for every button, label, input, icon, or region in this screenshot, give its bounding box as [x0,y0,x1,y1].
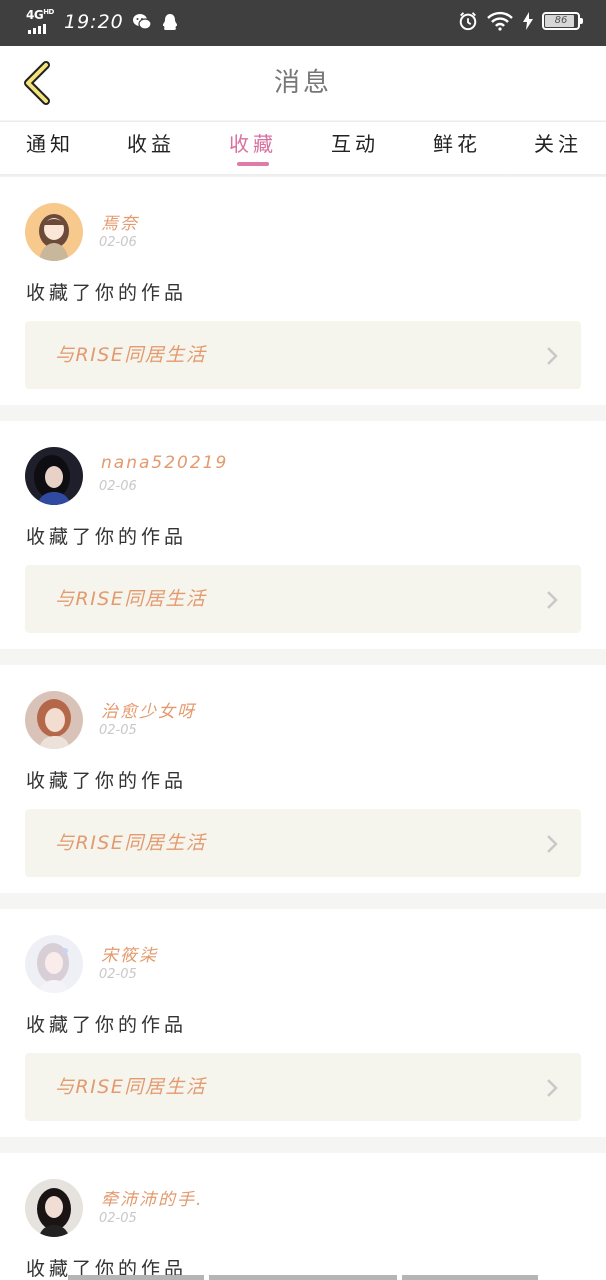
app-header: 消息 [0,46,606,120]
charging-icon [522,11,534,31]
work-link[interactable]: 与RISE同居生活 [25,565,581,633]
username[interactable]: 治愈少女呀 [101,697,196,722]
active-tab-indicator [237,162,269,166]
battery-icon: 86 [542,12,583,30]
timestamp: 02-05 [99,723,137,738]
work-title: 与RISE同居生活 [55,1076,207,1098]
timestamp: 02-06 [99,235,137,250]
alarm-icon [458,11,478,31]
status-bar: 4GHD 19:20 86 [0,0,606,46]
nav-hint-bar [209,1275,397,1280]
chevron-right-icon [547,835,558,853]
action-text: 收藏了你的作品 [26,282,188,304]
notification-card: 宋筱柒 02-05 收藏了你的作品 与RISE同居生活 [0,909,606,1137]
notification-card: 治愈少女呀 02-05 收藏了你的作品 与RISE同居生活 [0,665,606,893]
work-title: 与RISE同居生活 [55,344,207,366]
username[interactable]: nana520219 [101,453,228,473]
avatar[interactable] [25,1179,83,1237]
action-text: 收藏了你的作品 [26,1014,188,1036]
timestamp: 02-06 [99,479,137,494]
avatar[interactable] [25,691,83,749]
wifi-icon [486,11,514,31]
tab-follows[interactable]: 关注 [518,122,598,175]
chevron-right-icon [547,1079,558,1097]
tab-earnings[interactable]: 收益 [111,122,191,175]
chevron-right-icon [547,591,558,609]
tab-notifications[interactable]: 通知 [10,122,90,175]
action-text: 收藏了你的作品 [26,770,188,792]
timestamp: 02-05 [99,967,137,982]
clock: 19:20 [64,11,124,33]
chevron-right-icon [547,347,558,365]
work-link[interactable]: 与RISE同居生活 [25,321,581,389]
avatar[interactable] [25,935,83,993]
tab-favorites[interactable]: 收藏 [213,122,293,175]
page-title: 消息 [273,68,332,98]
work-title: 与RISE同居生活 [55,588,207,610]
cellular-signal-icon: 4GHD [26,8,56,34]
avatar[interactable] [25,203,83,261]
tab-flowers[interactable]: 鲜花 [417,122,497,175]
nav-hint-bar [68,1275,204,1280]
timestamp: 02-05 [99,1211,137,1226]
username[interactable]: 宋筱柒 [101,941,158,966]
notification-card: nana520219 02-06 收藏了你的作品 与RISE同居生活 [0,421,606,649]
action-text: 收藏了你的作品 [26,526,188,548]
qq-icon [160,12,180,32]
nav-hint-bar [402,1275,538,1280]
work-title: 与RISE同居生活 [55,832,207,854]
work-link[interactable]: 与RISE同居生活 [25,809,581,877]
tab-interactions[interactable]: 互动 [315,122,395,175]
tab-bar: 通知 收益 收藏 互动 鲜花 关注 [0,121,606,174]
username[interactable]: 牵沛沛的手. [101,1185,203,1210]
avatar[interactable] [25,447,83,505]
notification-card: 牵沛沛的手. 02-05 收藏了你的作品 [0,1153,606,1280]
wechat-icon [132,12,152,32]
work-link[interactable]: 与RISE同居生活 [25,1053,581,1121]
username[interactable]: 焉奈 [101,209,139,234]
notification-card: 焉奈 02-06 收藏了你的作品 与RISE同居生活 [0,177,606,405]
